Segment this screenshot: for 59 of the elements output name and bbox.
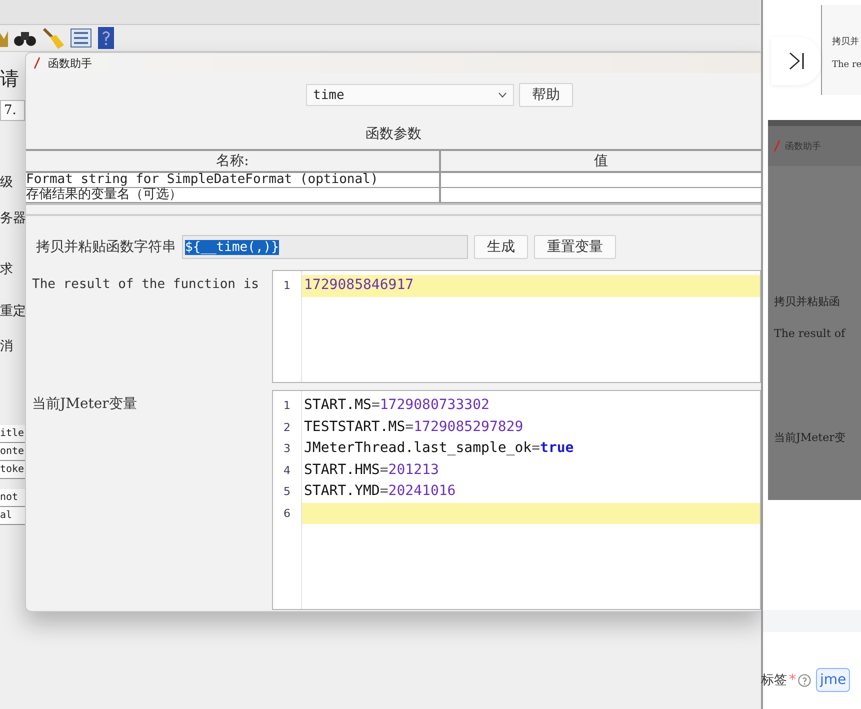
- label: 请: [0, 67, 20, 92]
- thumbnail-text: The re: [832, 60, 861, 70]
- section-title: 函数参数: [366, 126, 422, 142]
- line-number: 5: [282, 484, 292, 500]
- code-line: START.HMS=201213: [303, 460, 440, 480]
- pencil-icon: [34, 57, 40, 69]
- field-label: 拷贝并粘贴函数字符串: [36, 238, 176, 256]
- code-editor[interactable]: 1 1729085846917: [272, 270, 761, 383]
- table-cell[interactable]: [441, 173, 761, 188]
- reset-button[interactable]: 重置变量: [534, 235, 616, 259]
- required-mark: *: [789, 672, 796, 688]
- help-button[interactable]: 帮助: [519, 83, 573, 107]
- table-cell: al: [0, 507, 25, 525]
- label: 务器: [0, 210, 25, 227]
- table-cell: toke: [0, 461, 25, 479]
- generate-button[interactable]: 生成: [474, 235, 528, 259]
- window-title: 函数助手: [48, 56, 92, 70]
- line-number: 6: [282, 506, 292, 522]
- line-number: 1: [282, 398, 292, 414]
- expand-button[interactable]: [771, 37, 821, 85]
- preview-text: The result of: [773, 327, 847, 340]
- help-icon[interactable]: [98, 27, 114, 49]
- label: 消: [0, 338, 14, 355]
- code-line: START.YMD=20241016: [303, 482, 457, 501]
- line-number: 1: [282, 278, 292, 294]
- label: 级: [0, 174, 14, 191]
- table-cell: itle: [0, 425, 25, 443]
- chevron-down-icon: [498, 92, 507, 98]
- preview-text: 拷贝并粘贴函: [773, 294, 841, 309]
- code-line: JMeterThread.last_sample_ok=true: [303, 439, 575, 458]
- field-label: 当前JMeter变量: [32, 396, 137, 412]
- help-icon[interactable]: [798, 674, 811, 686]
- code-editor[interactable]: 1 2 3 4 5 6 START.MS=1729080733302 TESTSTART.MS=1729085297829 JMeterThread.last_sample_ok=true START.HMS=201213 START.YMD=20241016: [272, 390, 761, 610]
- preview-title: 函数助手: [785, 140, 821, 152]
- pencil-icon: [774, 140, 780, 152]
- line-number: 2: [282, 420, 292, 436]
- list-icon[interactable]: [70, 28, 92, 48]
- table-cell: 存储结果的变量名（可选）: [26, 188, 441, 203]
- code-line: TESTSTART.MS=1729085297829: [303, 418, 524, 436]
- table-cell: onte: [0, 443, 25, 461]
- tag-field[interactable]: jme: [816, 668, 850, 692]
- crown-icon[interactable]: [0, 29, 8, 47]
- field-label: The result of the function is: [32, 277, 259, 292]
- preview-text: 当前JMeter变: [773, 430, 846, 445]
- text-field[interactable]: 7.: [0, 100, 25, 121]
- field-label: 标签: [761, 672, 787, 689]
- table-cell: Format string for SimpleDateFormat (optional): [26, 173, 441, 188]
- line-number: 4: [282, 462, 292, 478]
- thumbnail-text: 拷贝并: [832, 36, 860, 48]
- broom-icon[interactable]: [42, 27, 64, 49]
- label: 求: [0, 261, 14, 278]
- label: 重定: [0, 303, 25, 320]
- line-number: 3: [282, 441, 292, 457]
- binoculars-icon[interactable]: [14, 30, 36, 46]
- function-dropdown[interactable]: time: [306, 84, 514, 106]
- code-line: START.MS=1729080733302: [303, 396, 490, 415]
- table-cell: not: [0, 489, 25, 507]
- table-cell[interactable]: [441, 188, 761, 203]
- function-string-field[interactable]: ${__time(,)}: [182, 235, 468, 259]
